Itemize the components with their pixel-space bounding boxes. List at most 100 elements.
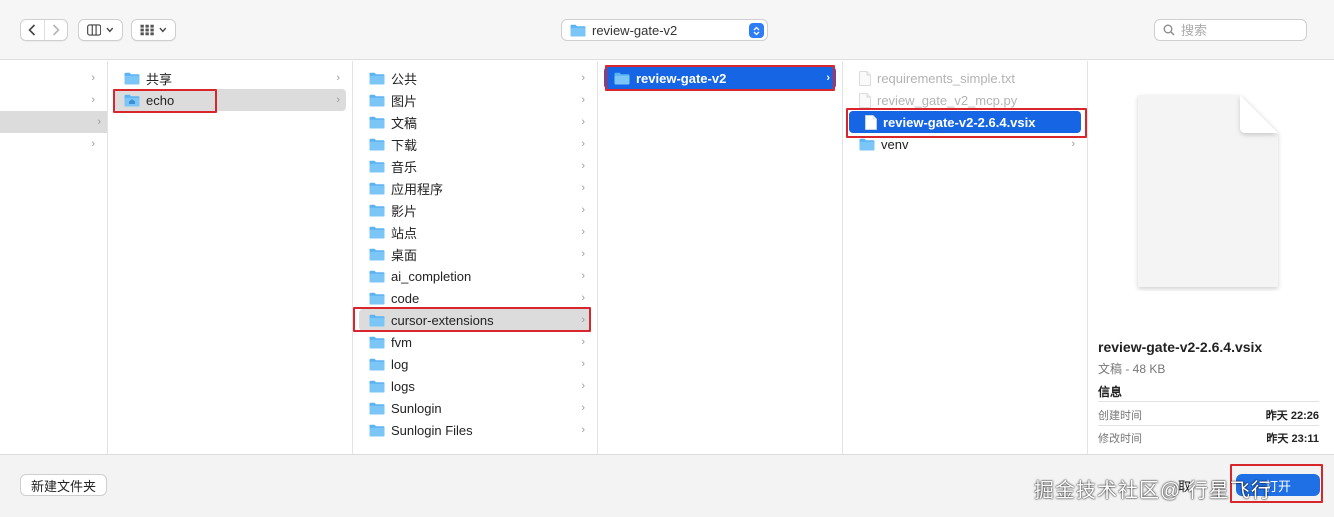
folder-icon (124, 72, 140, 84)
search-field[interactable] (1154, 19, 1307, 41)
list-item[interactable]: logs › (353, 375, 597, 397)
chevron-right-icon: › (581, 336, 585, 348)
back-forward-control (20, 19, 68, 41)
item-label: 下载 (391, 137, 418, 153)
chevron-right-icon: › (336, 72, 340, 84)
item-label: Sunlogin (391, 400, 442, 416)
list-item-review-gate-v2[interactable]: review-gate-v2 › (604, 67, 836, 89)
folder-icon (369, 292, 385, 304)
chevron-right-icon: › (581, 160, 585, 172)
sidebar-column: › › › › (0, 61, 108, 454)
document-preview-icon (1138, 95, 1278, 287)
folder-icon (859, 138, 875, 150)
list-item-echo[interactable]: echo › (114, 89, 346, 111)
sidebar-item-selected[interactable]: › (0, 111, 107, 133)
divider (1098, 401, 1319, 402)
preview-kind-size: 文稿 - 48 KB (1098, 362, 1166, 376)
group-by-button[interactable] (131, 19, 176, 41)
item-label: 桌面 (391, 247, 418, 263)
list-item[interactable]: fvm › (353, 331, 597, 353)
item-label: code (391, 290, 420, 306)
search-icon (1163, 24, 1175, 36)
folder-icon (369, 94, 385, 106)
list-item[interactable]: code › (353, 287, 597, 309)
list-item[interactable]: 图片 › (353, 89, 597, 111)
chevron-right-icon: › (336, 94, 340, 106)
list-item[interactable]: cursor-extensions › (359, 309, 591, 331)
toolbar: review-gate-v2 (0, 0, 1334, 60)
chevron-right-icon: › (581, 226, 585, 238)
sidebar-item[interactable]: › (0, 89, 107, 111)
sidebar-item[interactable]: › (0, 133, 107, 155)
chevron-right-icon: › (581, 182, 585, 194)
bottom-bar: 新建文件夹 取 打开 掘金技术社区@ 行星飞行 (0, 454, 1334, 517)
item-label: ai_completion (391, 268, 472, 284)
stepper-icon (749, 23, 764, 38)
chevron-left-icon (28, 24, 36, 36)
list-item[interactable]: ai_completion › (353, 265, 597, 287)
column-1: 共享 › echo › (108, 61, 353, 454)
list-item[interactable]: Sunlogin › (353, 397, 597, 419)
folder-icon (369, 160, 385, 172)
chevron-right-icon: › (97, 116, 101, 128)
search-input[interactable] (1181, 22, 1301, 38)
created-value: 昨天 22:26 (1265, 410, 1319, 422)
preview-info-title: 信息 (1098, 385, 1123, 399)
list-item-shared[interactable]: 共享 › (108, 67, 352, 89)
list-item[interactable]: 桌面 › (353, 243, 597, 265)
item-label: 共享 (146, 71, 173, 87)
folder-icon (369, 424, 385, 436)
list-item[interactable]: log › (353, 353, 597, 375)
folder-icon (369, 358, 385, 370)
view-mode-button[interactable] (78, 19, 123, 41)
location-popup[interactable]: review-gate-v2 (561, 19, 768, 41)
item-label: Sunlogin Files (391, 422, 473, 438)
list-item-requirements[interactable]: requirements_simple.txt (843, 67, 1087, 89)
list-item[interactable]: 应用程序 › (353, 177, 597, 199)
item-label: 音乐 (391, 159, 418, 175)
list-item[interactable]: 下载 › (353, 133, 597, 155)
folder-icon (369, 182, 385, 194)
chevron-right-icon: › (581, 424, 585, 436)
chevron-right-icon: › (581, 116, 585, 128)
location-label: review-gate-v2 (592, 22, 678, 38)
item-label: logs (391, 378, 415, 394)
back-button[interactable] (21, 20, 44, 40)
chevron-right-icon: › (581, 204, 585, 216)
list-item[interactable]: 音乐 › (353, 155, 597, 177)
list-item-mcp-py[interactable]: review_gate_v2_mcp.py (843, 89, 1087, 111)
sidebar-item[interactable]: › (0, 67, 107, 89)
item-label: 影片 (391, 203, 418, 219)
chevron-right-icon: › (91, 72, 95, 84)
column-3: review-gate-v2 › (598, 61, 843, 454)
list-item-venv[interactable]: venv › (843, 133, 1087, 155)
folder-icon (369, 402, 385, 414)
list-item-vsix[interactable]: review-gate-v2-2.6.4.vsix (849, 111, 1081, 133)
folder-icon (369, 336, 385, 348)
chevron-down-icon (159, 27, 167, 33)
folder-icon (570, 24, 586, 36)
folder-icon (369, 116, 385, 128)
new-folder-button[interactable]: 新建文件夹 (20, 474, 108, 496)
list-item[interactable]: Sunlogin Files › (353, 419, 597, 441)
chevron-right-icon: › (581, 314, 585, 326)
item-label: 文稿 (391, 115, 418, 131)
document-icon (859, 70, 871, 86)
created-label: 创建时间 (1098, 410, 1142, 422)
folder-icon (614, 72, 630, 84)
item-label: 公共 (391, 71, 418, 87)
list-item[interactable]: 站点 › (353, 221, 597, 243)
list-item[interactable]: 文稿 › (353, 111, 597, 133)
forward-button[interactable] (45, 20, 68, 40)
chevron-right-icon: › (581, 270, 585, 282)
columns-view-icon (87, 24, 102, 36)
chevron-right-icon: › (581, 138, 585, 150)
list-item[interactable]: 影片 › (353, 199, 597, 221)
chevron-right-icon: › (581, 72, 585, 84)
item-label: review_gate_v2_mcp.py (877, 92, 1018, 108)
list-item[interactable]: 公共 › (353, 67, 597, 89)
folder-icon (369, 138, 385, 150)
preview-created-row: 创建时间 昨天 22:26 (1098, 407, 1319, 423)
chevron-right-icon: › (826, 72, 830, 84)
chevron-right-icon (52, 24, 60, 36)
